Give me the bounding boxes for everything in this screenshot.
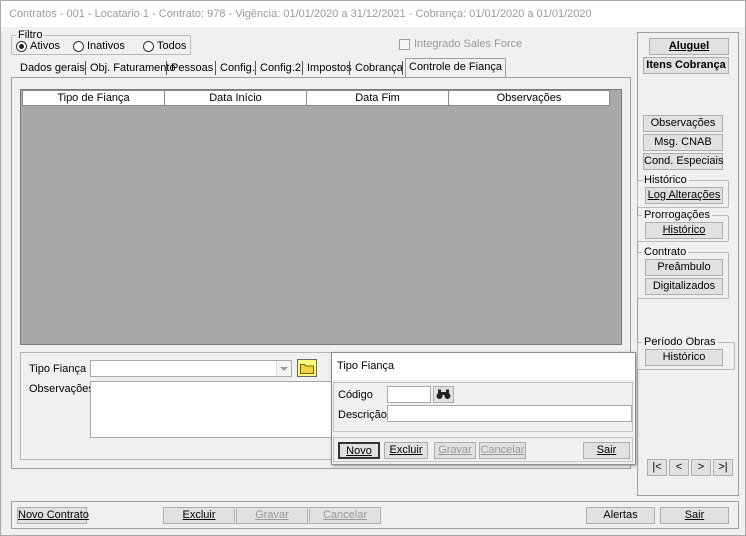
descricao-input[interactable] [387,405,632,422]
popup-cancelar-button[interactable]: Cancelar [479,442,526,459]
contrato-legend: Contrato [642,245,689,259]
window-title: Contratos - 001 - Locatario 1 - Contrato… [1,1,745,27]
excluir-button[interactable]: Excluir [163,507,235,524]
digitalizados-button[interactable]: Digitalizados [645,278,723,295]
historico-legend: Histórico [642,173,689,187]
radio-todos-indicator [143,40,154,52]
folder-icon [300,364,314,374]
observacoes-label: Observações [29,383,94,395]
grid-header-observacoes[interactable]: Observações [448,90,610,106]
radio-todos[interactable]: Todos [143,40,186,52]
popup-excluir-button[interactable]: Excluir [384,442,428,459]
cond-especiais-button[interactable]: Cond. Especiais [643,153,724,170]
tab-impostos[interactable]: Impostos [304,60,355,77]
radio-inativos-label: Inativos [87,40,125,52]
observacoes-button[interactable]: Observações [643,115,723,132]
codigo-search-button[interactable] [433,386,454,403]
popup-sair-button[interactable]: Sair [583,442,630,459]
tipo-fianca-lookup-button[interactable] [297,359,317,377]
popup-gravar-button[interactable]: Gravar [434,442,476,459]
itens-cobranca-button[interactable]: Itens Cobrança [643,57,729,74]
gravar-button[interactable]: Gravar [236,507,308,524]
observacoes-textarea[interactable] [90,381,335,438]
grid-header-data-fim[interactable]: Data Fim [306,90,449,106]
integrado-sales-force-label: Integrado Sales Force [414,38,523,50]
radio-todos-label: Todos [157,40,187,52]
tab-dados-gerais[interactable]: Dados gerais [17,60,88,77]
binoculars-icon [436,389,451,399]
periodo-obras-historico-button[interactable]: Histórico [645,349,723,366]
radio-ativos-label: Ativos [30,40,60,52]
radio-inativos-indicator [73,40,84,52]
radio-inativos[interactable]: Inativos [73,40,125,52]
tab-cobranca[interactable]: Cobrança [352,60,406,77]
grid-header-data-inicio[interactable]: Data Início [164,90,307,106]
descricao-label: Descrição [338,409,387,421]
popup-titlebar: Tipo Fiança [332,353,635,380]
alertas-button[interactable]: Alertas [586,507,655,524]
sair-button[interactable]: Sair [660,507,729,524]
chevron-down-icon [280,367,288,371]
prorrogacoes-legend: Prorrogações [642,208,713,222]
radio-ativos[interactable]: Ativos [16,40,60,52]
integrado-sales-force-checkbox[interactable] [399,39,410,50]
tab-obj-faturamento[interactable]: Obj. Faturamento [87,60,179,77]
radio-ativos-indicator [16,40,27,52]
tab-pessoas[interactable]: Pessoas [168,60,216,77]
nav-prev-button[interactable]: < [669,459,689,476]
contracts-window: Contratos - 001 - Locatario 1 - Contrato… [0,0,746,536]
tipo-fianca-combobox[interactable] [90,360,292,377]
grid-header-tipo-fianca[interactable]: Tipo de Fiança [22,90,165,106]
tab-controle-de-fianca[interactable]: Controle de Fiança [405,58,506,77]
log-alteracoes-button[interactable]: Log Alterações [645,187,723,204]
msg-cnab-button[interactable]: Msg. CNAB [643,134,723,151]
preambulo-button[interactable]: Preâmbulo [645,259,723,276]
fianca-grid[interactable] [20,89,622,345]
aluguel-button[interactable]: Aluguel [649,38,729,55]
codigo-input[interactable] [387,386,431,403]
nav-last-button[interactable]: >| [713,459,733,476]
periodo-obras-legend: Período Obras [642,335,718,349]
popup-title: Tipo Fiança [337,360,395,372]
popup-novo-button[interactable]: Novo [338,442,380,459]
tab-config[interactable]: Config. [217,60,258,77]
tipo-fianca-label: Tipo Fiança [29,363,87,375]
tipo-fianca-dropdown-button[interactable] [276,361,291,376]
tipo-fianca-popup: Tipo Fiança Código Descrição Novo Exclui… [331,352,636,465]
novo-contrato-button[interactable]: Novo Contrato [17,507,89,524]
codigo-label: Código [338,389,373,401]
prorrogacoes-historico-button[interactable]: Histórico [645,222,723,239]
tab-config2[interactable]: Config.2 [257,60,304,77]
nav-first-button[interactable]: |< [647,459,667,476]
cancelar-button[interactable]: Cancelar [309,507,381,524]
nav-next-button[interactable]: > [691,459,711,476]
